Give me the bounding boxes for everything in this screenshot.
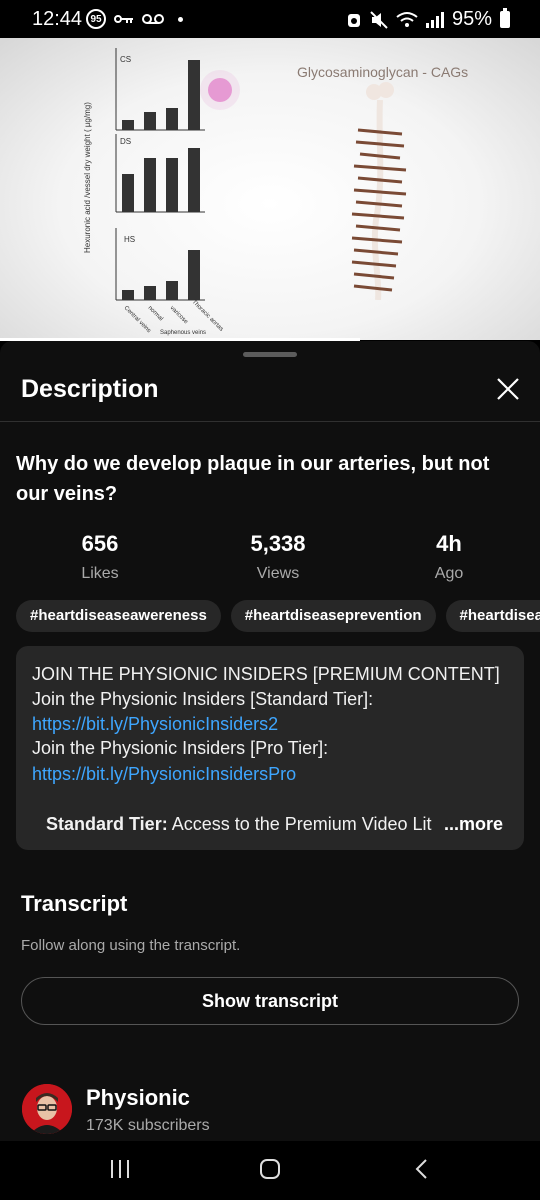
more-button[interactable]: ...more: [444, 814, 504, 835]
sheet-drag-handle[interactable]: [243, 352, 297, 357]
channel-subscribers: 173K subscribers: [86, 1117, 210, 1134]
stat-likes: 656 Likes: [15, 531, 185, 583]
video-stats: 656 Likes 5,338 Views 4h Ago: [0, 531, 540, 587]
chart-panel-ds: DS: [120, 137, 131, 146]
hashtag-chip[interactable]: #heartdiseaseawereness: [16, 600, 221, 632]
video-player[interactable]: Hexuronic acid /vessel dry weight ( µg/m…: [0, 38, 540, 340]
stat-age: 4h Ago: [364, 531, 534, 583]
stat-label: Views: [256, 565, 300, 582]
description-strong-text: Standard Tier:: [46, 814, 168, 834]
status-left-icons: 95: [86, 9, 183, 29]
close-icon: [497, 378, 519, 400]
status-time: 12:44: [32, 8, 83, 30]
home-icon: [260, 1159, 280, 1179]
stat-views: 5,338 Views: [193, 531, 363, 583]
chart-panel-cs: CS: [120, 55, 131, 64]
notification-count-badge: 95: [86, 9, 106, 29]
home-button[interactable]: [250, 1153, 290, 1185]
stat-value: 656: [81, 531, 119, 556]
status-right-icons: 95%: [346, 8, 510, 31]
channel-name[interactable]: Physionic: [86, 1085, 190, 1111]
description-line: Join the Physionic Insiders [Pro Tier]:: [32, 738, 329, 758]
stat-value: 5,338: [250, 531, 306, 556]
close-button[interactable]: [490, 371, 526, 407]
recent-apps-icon: [111, 1160, 129, 1178]
chart-x-category: varicose: [169, 305, 190, 326]
signal-icon: [425, 11, 444, 28]
description-sheet: Description Why do we develop plaque in …: [0, 341, 540, 1141]
hashtag-chips: #heartdiseaseawereness #heartdiseasepreve…: [16, 600, 540, 634]
sheet-divider: [0, 421, 540, 422]
video-title: Why do we develop plaque in our arteries…: [16, 453, 490, 505]
recent-apps-button[interactable]: [100, 1153, 140, 1185]
description-line: Standard Tier: Access to the Premium Vid…: [46, 814, 444, 835]
back-icon: [415, 1159, 427, 1179]
stat-label: Likes: [81, 565, 119, 582]
back-button[interactable]: [402, 1153, 442, 1185]
avatar[interactable]: [22, 1084, 72, 1134]
gag-molecule-illustration: [351, 82, 407, 300]
system-navigation-bar: [0, 1141, 540, 1200]
channel-row[interactable]: Physionic 173K subscribers: [22, 1081, 522, 1141]
chart-x-category: normal: [147, 305, 164, 322]
transcript-subtitle: Follow along using the transcript.: [21, 937, 241, 954]
wifi-icon: [396, 11, 418, 27]
voicemail-icon: [142, 14, 164, 24]
hashtag-chip[interactable]: #heartdiseaseprevention: [230, 600, 436, 632]
sheet-title: Description: [21, 375, 159, 403]
description-text: Access to the Premium Video Lit: [167, 814, 432, 834]
video-overlay-title: Glycosaminoglycan - CAGs: [297, 64, 469, 80]
chart-y-axis-label: Hexuronic acid /vessel dry weight ( µg/m…: [83, 102, 92, 253]
description-box[interactable]: JOIN THE PHYSIONIC INSIDERS [PREMIUM CON…: [16, 646, 524, 850]
stat-value: 4h: [436, 531, 462, 556]
description-link[interactable]: https://bit.ly/PhysionicInsiders2: [32, 714, 278, 735]
more-notifications-dot: [178, 16, 183, 22]
alarm-icon: [347, 13, 360, 27]
chart-panel-hs: HS: [124, 235, 135, 244]
channel-avatar-portrait: [22, 1084, 72, 1134]
key-icon: [114, 15, 133, 23]
show-transcript-button[interactable]: Show transcript: [21, 977, 519, 1025]
chart-x-category: Thoracic aortas: [191, 299, 224, 332]
stat-label: Ago: [434, 565, 464, 582]
status-bar: 12:44 95 95%: [0, 0, 540, 38]
description-line: Join the Physionic Insiders [Standard Ti…: [32, 689, 374, 709]
hashtag-chip[interactable]: #heartdiseas: [445, 600, 540, 632]
mute-icon: [370, 10, 388, 29]
video-chart-figure: Hexuronic acid /vessel dry weight ( µg/m…: [83, 48, 224, 336]
transcript-title: Transcript: [21, 891, 128, 916]
description-line: JOIN THE PHYSIONIC INSIDERS [PREMIUM CON…: [32, 664, 500, 684]
touch-indicator: [208, 78, 232, 102]
battery-percent: 95%: [451, 8, 492, 30]
description-link[interactable]: https://bit.ly/PhysionicInsidersPro: [32, 764, 296, 785]
battery-icon: [500, 8, 510, 28]
chart-x-group: Saphenous veins: [160, 330, 206, 336]
